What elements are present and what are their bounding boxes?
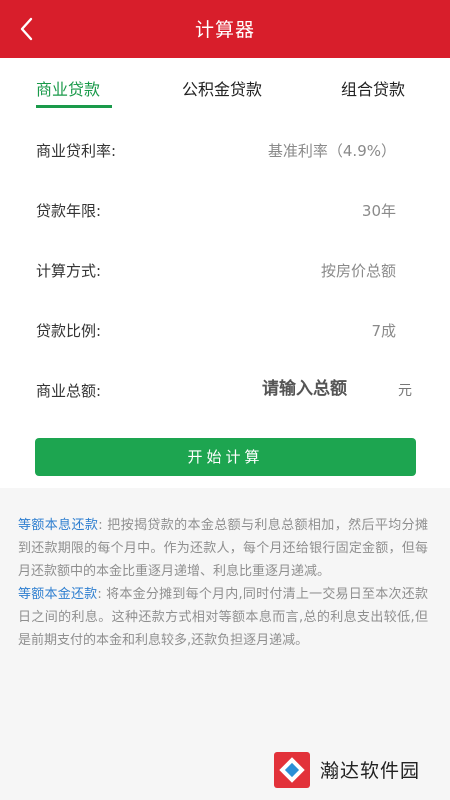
site-logo-icon [274, 752, 310, 788]
term-label: 贷款年限: [36, 202, 102, 220]
tab-commercial-loan[interactable]: 商业贷款 [36, 76, 100, 100]
term-select[interactable]: 30年 [362, 200, 396, 221]
method-label: 计算方式: [36, 262, 102, 280]
start-calculation-button[interactable]: 开始计算 [35, 438, 416, 476]
equal-installment-paragraph: 等额本息还款: 把按揭贷款的本金总额与利息总额相加，然后平均分摊到还款期限的每个… [18, 514, 428, 583]
equal-principal-term: 等额本金还款 [18, 587, 98, 602]
active-tab-indicator [36, 105, 112, 108]
equal-installment-term: 等额本息还款 [18, 518, 99, 533]
rate-label: 商业贷利率: [36, 142, 117, 160]
watermark: 瀚达软件园 [272, 748, 442, 792]
repayment-description: 等额本息还款: 把按揭贷款的本金总额与利息总额相加，然后平均分摊到还款期限的每个… [18, 514, 428, 652]
amount-unit: 元 [398, 383, 412, 399]
ratio-label: 贷款比例: [36, 322, 102, 340]
ratio-select[interactable]: 7成 [371, 320, 396, 341]
amount-input[interactable] [262, 372, 382, 406]
tab-provident-fund-loan[interactable]: 公积金贷款 [182, 76, 262, 100]
watermark-text: 瀚达软件园 [320, 760, 421, 782]
calculator-card: 商业贷款 公积金贷款 组合贷款 商业贷利率: 基准利率（4.9%） 贷款年限: … [0, 58, 450, 488]
equal-principal-paragraph: 等额本金还款: 将本金分摊到每个月内,同时付清上一交易日至本次还款日之间的利息。… [18, 583, 428, 652]
page-title: 计算器 [194, 19, 255, 41]
amount-label: 商业总额: [36, 382, 102, 400]
method-select[interactable]: 按房价总额 [321, 260, 396, 281]
top-bar: 计算器 [0, 0, 450, 58]
rate-select[interactable]: 基准利率（4.9%） [268, 140, 396, 161]
tab-combined-loan[interactable]: 组合贷款 [341, 76, 405, 100]
